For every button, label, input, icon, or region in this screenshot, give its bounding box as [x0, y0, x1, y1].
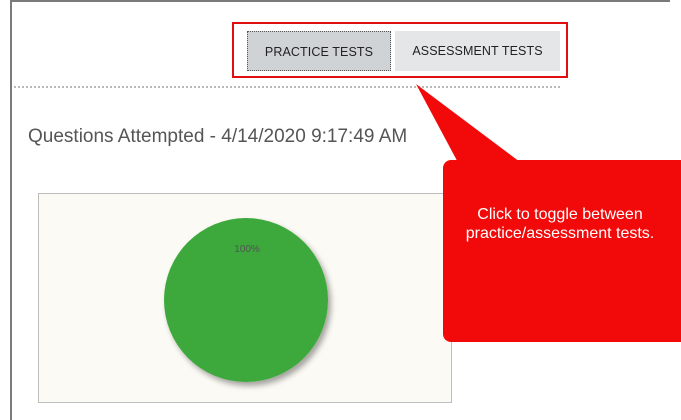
chart-container: 100% — [38, 193, 452, 403]
pie-chart: 100% — [164, 218, 328, 382]
pie-slice — [164, 218, 328, 382]
callout-text: Click to toggle between practice/assessm… — [465, 206, 655, 242]
tab-practice-tests[interactable]: PRACTICE TESTS — [247, 31, 391, 71]
section-divider — [14, 86, 560, 88]
pie-slice-label: 100% — [234, 244, 260, 255]
tab-assessment-tests[interactable]: ASSESSMENT TESTS — [395, 31, 560, 71]
page-title: Questions Attempted - 4/14/2020 9:17:49 … — [28, 126, 408, 147]
